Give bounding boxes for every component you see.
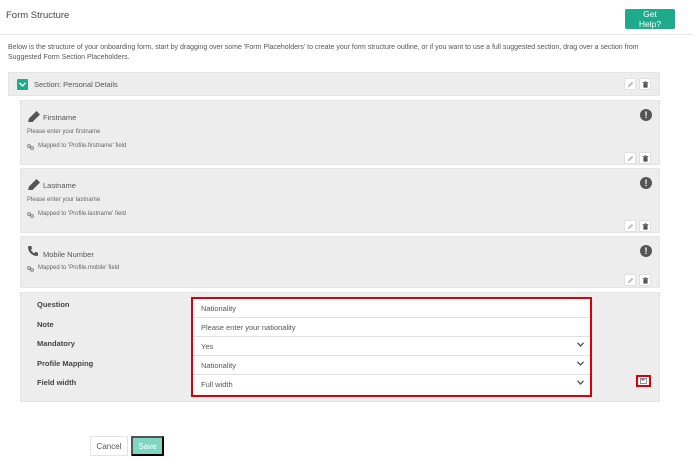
- field-edit-button[interactable]: [624, 220, 636, 232]
- profile-mapping-label: Profile Mapping: [37, 359, 94, 368]
- pencil-icon: [28, 179, 40, 190]
- section-header[interactable]: Section: Personal Details: [8, 72, 660, 96]
- chevron-down-icon: [577, 342, 584, 347]
- field-width-label: Field width: [37, 378, 77, 387]
- mandatory-select[interactable]: Yes: [193, 337, 590, 356]
- mandatory-label: Mandatory: [37, 339, 75, 348]
- chevron-down-icon: [19, 82, 26, 87]
- field-editor-form: Nationality Please enter your nationalit…: [191, 297, 592, 397]
- field-edit-button[interactable]: [624, 152, 636, 164]
- intro-text: Below is the structure of your onboardin…: [8, 44, 639, 61]
- section-delete-button[interactable]: [639, 78, 651, 90]
- field-placeholder: Please enter your lastname: [27, 197, 101, 203]
- section-title: Section: Personal Details: [34, 80, 118, 89]
- link-icon: [27, 212, 34, 218]
- field-delete-button[interactable]: [639, 274, 651, 286]
- field-delete-button[interactable]: [639, 152, 651, 164]
- header-divider: [0, 34, 693, 35]
- note-input[interactable]: Please enter your nationality: [193, 318, 590, 337]
- field-placeholder: Please enter your firstname: [27, 129, 101, 135]
- field-delete-button[interactable]: [639, 220, 651, 232]
- field-mapping: Mapped to 'Profile.firstname' field: [38, 143, 127, 149]
- save-button[interactable]: Save: [131, 436, 164, 456]
- link-icon: [27, 144, 34, 150]
- question-label: Question: [37, 300, 70, 309]
- trash-icon: [642, 276, 648, 284]
- field-card-firstname[interactable]: Firstname Please enter your firstname Ma…: [20, 100, 660, 165]
- save-icon: [640, 378, 647, 384]
- field-mapping: Mapped to 'Profile.mobile' field: [38, 265, 120, 271]
- note-label: Note: [37, 320, 54, 329]
- chevron-down-icon: [577, 380, 584, 385]
- trash-icon: [642, 154, 648, 162]
- pencil-icon: [627, 277, 633, 283]
- pencil-icon: [627, 155, 633, 161]
- pencil-icon: [627, 223, 633, 229]
- exclamation-icon: !: [640, 177, 652, 189]
- exclamation-icon: !: [640, 109, 652, 121]
- question-input[interactable]: Nationality: [193, 299, 590, 318]
- field-title: Lastname: [43, 181, 76, 190]
- field-card-mobile[interactable]: Mobile Number Mapped to 'Profile.mobile'…: [20, 236, 660, 288]
- field-mapping: Mapped to 'Profile.lastname' field: [38, 211, 127, 217]
- get-help-button[interactable]: Get Help?: [625, 9, 675, 29]
- cancel-button[interactable]: Cancel: [90, 436, 128, 456]
- pencil-icon: [28, 111, 40, 122]
- exclamation-icon: !: [640, 245, 652, 257]
- profile-mapping-value: Nationality: [201, 360, 237, 370]
- field-card-lastname[interactable]: Lastname Please enter your lastname Mapp…: [20, 168, 660, 233]
- collapse-toggle[interactable]: [17, 79, 28, 90]
- field-width-value: Full width: [201, 380, 233, 389]
- link-icon: [27, 266, 34, 272]
- trash-icon: [642, 80, 648, 88]
- field-width-select[interactable]: Full width: [193, 375, 590, 394]
- field-title: Mobile Number: [43, 250, 94, 259]
- page-title: Form Structure: [6, 10, 70, 21]
- profile-mapping-select[interactable]: Nationality: [193, 356, 590, 375]
- field-title: Firstname: [43, 113, 77, 122]
- section-edit-button[interactable]: [624, 78, 636, 90]
- phone-icon: [28, 246, 38, 256]
- mandatory-value: Yes: [201, 341, 214, 351]
- save-field-button[interactable]: [636, 375, 651, 387]
- trash-icon: [642, 222, 648, 230]
- field-edit-button[interactable]: [624, 274, 636, 286]
- chevron-down-icon: [577, 361, 584, 366]
- pencil-icon: [627, 81, 633, 87]
